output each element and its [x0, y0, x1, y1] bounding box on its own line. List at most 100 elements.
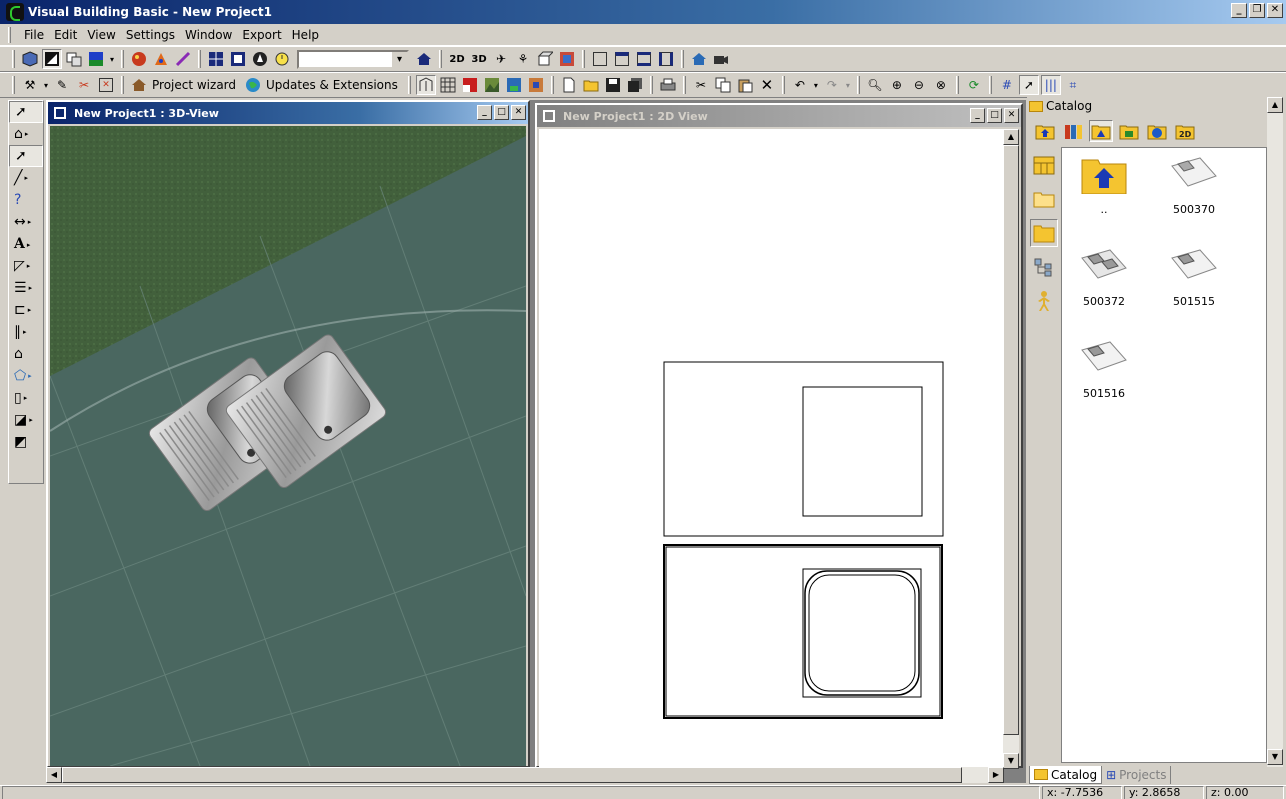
cascade-icon[interactable]: [612, 49, 632, 69]
sink-plan-upper[interactable]: [663, 361, 944, 537]
globe-icon[interactable]: [243, 75, 263, 95]
catalog-items-view[interactable]: .. 500370 500372 501515 501516: [1061, 147, 1267, 763]
object-icon[interactable]: [535, 49, 555, 69]
mdi-hscroll-thumb[interactable]: [62, 767, 962, 783]
cube-view-icon[interactable]: [20, 49, 40, 69]
view-2d-titlebar[interactable]: New Project1 : 2D View _ □ ✕: [537, 105, 1021, 127]
wall-tool-icon[interactable]: ⊏ ▸: [9, 299, 43, 321]
zoom-icon[interactable]: 🔍︎: [865, 75, 885, 95]
scroll-right-button[interactable]: ▶: [988, 767, 1004, 783]
catalog-globe-icon[interactable]: [1145, 120, 1169, 142]
catalog-folder-icon[interactable]: [1030, 219, 1058, 247]
render-sphere-icon[interactable]: [129, 49, 149, 69]
texture-icon[interactable]: [526, 75, 546, 95]
view-3d-maximize-button[interactable]: □: [494, 105, 509, 120]
open-folder-icon[interactable]: [581, 75, 601, 95]
building-tool-icon[interactable]: ⌂ ▸: [9, 123, 43, 145]
redo-icon[interactable]: ↷: [822, 75, 842, 95]
layers-icon[interactable]: [64, 49, 84, 69]
view-2d-close-button[interactable]: ✕: [1004, 108, 1019, 123]
mdi-hscrollbar[interactable]: ◀ ▶: [46, 767, 1004, 783]
dropdown-arrow-icon[interactable]: ▾: [844, 75, 852, 95]
tile-horizontal-icon[interactable]: [634, 49, 654, 69]
catalog-up-icon[interactable]: [1033, 120, 1057, 142]
landscape-icon[interactable]: [482, 75, 502, 95]
catalog-books-icon[interactable]: [1061, 120, 1085, 142]
catalog-open-folder-icon[interactable]: [1030, 185, 1058, 213]
minimize-button[interactable]: _: [1231, 3, 1247, 18]
grid-select-icon[interactable]: [206, 49, 226, 69]
select-tool-icon[interactable]: ➚: [9, 145, 43, 167]
menu-help[interactable]: Help: [287, 28, 324, 42]
menu-view[interactable]: View: [82, 28, 120, 42]
view-3d-titlebar[interactable]: New Project1 : 3D-View _ □ ✕: [48, 102, 528, 124]
toolbar-grip[interactable]: [12, 50, 15, 68]
ortho-lines-icon[interactable]: |||: [1040, 75, 1061, 95]
plan-view-icon[interactable]: [415, 75, 436, 95]
catalog-calendar-icon[interactable]: [1030, 151, 1058, 179]
view-2d-vscroll-thumb[interactable]: [1003, 145, 1019, 735]
view-2d-window[interactable]: New Project1 : 2D View _ □ ✕ ▲ ▼: [535, 103, 1023, 769]
print-icon[interactable]: [658, 75, 678, 95]
catalog-item-501515[interactable]: 501515: [1154, 248, 1234, 308]
catalog-2d-icon[interactable]: 2D: [1173, 120, 1197, 142]
catalog-vscrollbar[interactable]: ▲ ▼: [1267, 97, 1283, 767]
menubar-grip[interactable]: [8, 26, 11, 43]
window-icon[interactable]: [590, 49, 610, 69]
tab-catalog[interactable]: Catalog: [1029, 766, 1103, 784]
house-settings-icon[interactable]: [414, 49, 434, 69]
menu-window[interactable]: Window: [180, 28, 237, 42]
scroll-up-button[interactable]: ▲: [1003, 129, 1019, 145]
view-3d-close-button[interactable]: ✕: [511, 105, 526, 120]
view-3d-minimize-button[interactable]: _: [477, 105, 492, 120]
close-button[interactable]: ✕: [1267, 3, 1283, 18]
menu-export[interactable]: Export: [237, 28, 286, 42]
navigator-icon[interactable]: [250, 49, 270, 69]
new-file-icon[interactable]: [559, 75, 579, 95]
pointer-tool-icon[interactable]: ➚: [9, 101, 43, 123]
camera-path-icon[interactable]: ⚘: [513, 49, 533, 69]
save-all-icon[interactable]: [625, 75, 645, 95]
scroll-down-button[interactable]: ▼: [1003, 753, 1019, 769]
walk-icon[interactable]: ✈: [491, 49, 511, 69]
catalog-objects-icon[interactable]: [1089, 120, 1113, 142]
scroll-left-button[interactable]: ◀: [46, 767, 62, 783]
catalog-item-500370[interactable]: 500370: [1154, 156, 1234, 216]
dropdown-arrow-icon[interactable]: ▾: [42, 75, 50, 95]
refresh-icon[interactable]: ⟳: [964, 75, 984, 95]
snap-grid-icon[interactable]: #: [997, 75, 1017, 95]
paint-icon[interactable]: [151, 49, 171, 69]
project-wizard-button[interactable]: Project wizard: [152, 78, 236, 92]
texture-grid-icon[interactable]: [557, 49, 577, 69]
frame-icon[interactable]: [228, 49, 248, 69]
line-tool-icon[interactable]: ╱ ▸: [9, 167, 43, 189]
zoom-fit-icon[interactable]: ⊗: [931, 75, 951, 95]
restore-button[interactable]: ❐: [1249, 3, 1265, 18]
tools-icon[interactable]: ⚒: [20, 75, 40, 95]
paste-icon[interactable]: [735, 75, 755, 95]
view-3d-window[interactable]: New Project1 : 3D-View _ □ ✕: [46, 100, 530, 768]
menu-file[interactable]: File: [19, 28, 49, 42]
dropdown-arrow-icon[interactable]: ▾: [108, 49, 116, 69]
catalog-materials-icon[interactable]: [1117, 120, 1141, 142]
red-wall-icon[interactable]: [460, 75, 480, 95]
dimension-tool-icon[interactable]: ↔ ▸: [9, 211, 43, 233]
sink-plan-lower[interactable]: [663, 544, 943, 719]
catalog-item-500372[interactable]: 500372: [1064, 248, 1144, 308]
copy-icon[interactable]: [713, 75, 733, 95]
view-select-combo[interactable]: [297, 49, 409, 69]
view-3d-icon[interactable]: 3D: [469, 49, 489, 69]
slab-tool-icon[interactable]: ◩: [9, 431, 43, 453]
picture-icon[interactable]: [504, 75, 524, 95]
room-tool-icon[interactable]: ⬠ ▸: [9, 365, 43, 387]
door-tool-icon[interactable]: ▯ ▸: [9, 387, 43, 409]
material-brush-icon[interactable]: [173, 49, 193, 69]
view-2d-maximize-button[interactable]: □: [987, 108, 1002, 123]
pipette-icon[interactable]: ✎: [52, 75, 72, 95]
text-tool-icon[interactable]: A ▸: [9, 233, 43, 255]
stairs-tool-icon[interactable]: ☰ ▸: [9, 277, 43, 299]
view-2d-canvas[interactable]: [539, 129, 1007, 769]
column-tool-icon[interactable]: ∥ ▸: [9, 321, 43, 343]
close-tool-icon[interactable]: ✕: [96, 75, 116, 95]
delete-tool-icon[interactable]: ✂: [74, 75, 94, 95]
